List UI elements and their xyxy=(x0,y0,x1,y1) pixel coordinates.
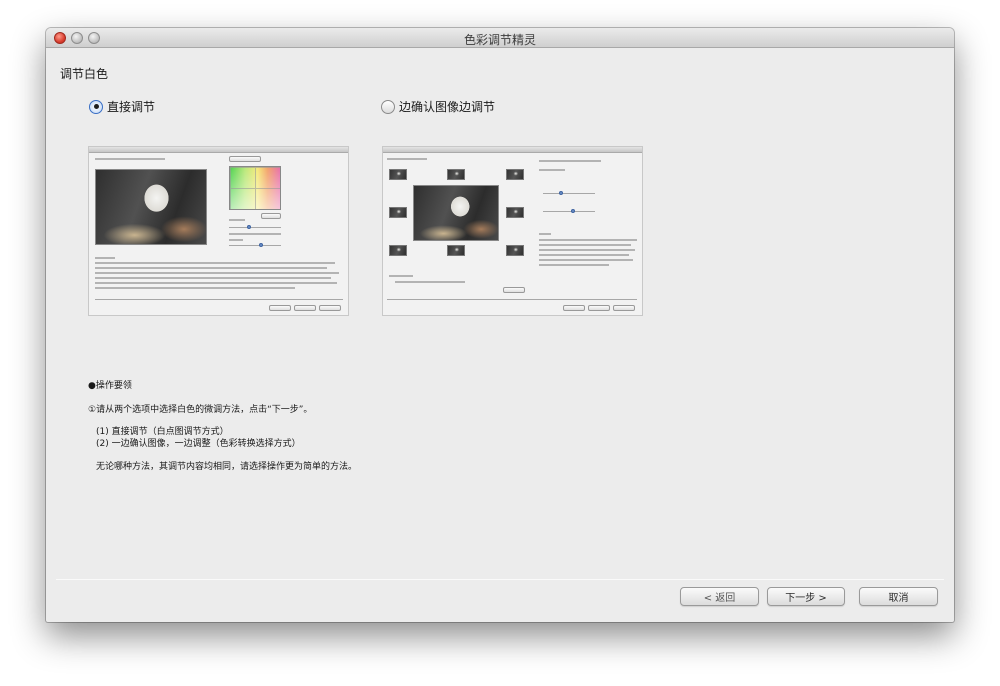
preview-text-line xyxy=(229,233,281,235)
preview-mini-button xyxy=(319,305,341,311)
radio-direct-adjust[interactable] xyxy=(89,99,103,114)
option-confirm-adjust[interactable]: 边确认图像边调节 xyxy=(381,98,495,115)
preview-thumb xyxy=(389,245,407,256)
preview-text-line xyxy=(95,272,339,274)
preview-mini-button xyxy=(563,305,585,311)
preview-divider xyxy=(387,299,637,300)
preview-color-grid xyxy=(229,166,281,210)
preview-slider-knob xyxy=(247,225,251,229)
preview-text-line xyxy=(95,262,335,264)
instructions-option-2: (2) 一边确认图像，一边调整（色彩转换选择方式） xyxy=(96,439,301,449)
preview-slider-knob xyxy=(259,243,263,247)
window-title: 色彩调节精灵 xyxy=(463,33,536,47)
preview-text-line xyxy=(539,160,601,162)
cancel-button[interactable]: 取消 xyxy=(859,587,938,606)
preview-mini-button xyxy=(613,305,635,311)
footer-divider xyxy=(56,579,944,580)
preview-mini-button xyxy=(294,305,316,311)
preview-slider-track xyxy=(543,211,595,212)
preview-slider-track xyxy=(229,227,281,228)
section-title: 调节白色 xyxy=(60,67,109,81)
color-adjust-wizard-window: 色彩调节精灵 调节白色 直接调节 边确认图像边调节 ●操作要领 ①请从两个选项中… xyxy=(46,28,954,622)
preview-text-line xyxy=(95,267,327,269)
instructions-note: 无论哪种方法，其调节内容均相同，请选择操作更为简单的方法。 xyxy=(96,462,358,472)
preview-thumb xyxy=(506,207,524,218)
preview-text-line xyxy=(539,264,609,266)
option-direct-adjust-label: 直接调节 xyxy=(107,100,156,114)
preview-thumb xyxy=(506,245,524,256)
preview-mini-button xyxy=(503,287,525,293)
preview-text-line xyxy=(95,287,295,289)
preview-mini-button xyxy=(261,213,281,219)
preview-slider-knob xyxy=(571,209,575,213)
preview-slider-knob xyxy=(559,191,563,195)
preview-text-line xyxy=(539,254,629,256)
preview-thumb xyxy=(447,169,465,180)
preview-mini-button xyxy=(588,305,610,311)
preview-text-line xyxy=(539,239,637,241)
preview-photo xyxy=(95,169,207,245)
preview-thumb xyxy=(389,207,407,218)
preview-photo xyxy=(413,185,499,241)
preview-mini-button xyxy=(269,305,291,311)
radio-confirm-adjust[interactable] xyxy=(381,99,395,114)
preview-text-line xyxy=(389,275,413,277)
preview-text-line xyxy=(539,233,551,235)
preview-text-line xyxy=(229,239,243,241)
preview-thumb xyxy=(447,245,465,256)
preview-text-line xyxy=(539,169,565,171)
preview-text-line xyxy=(95,282,337,284)
back-button[interactable]: < 返回 xyxy=(680,587,759,606)
preview-text-line xyxy=(539,249,635,251)
preview-mini-titlebar xyxy=(89,147,348,153)
preview-slider-track xyxy=(229,245,281,246)
instructions-heading: ●操作要领 xyxy=(88,381,132,391)
direct-adjust-preview-image xyxy=(88,146,349,316)
preview-text-line xyxy=(95,257,115,259)
preview-mini-button xyxy=(229,156,261,162)
preview-text-line xyxy=(395,281,465,283)
preview-slider-track xyxy=(543,193,595,194)
confirm-adjust-preview-image xyxy=(382,146,643,316)
preview-text-line xyxy=(95,277,331,279)
preview-text-line xyxy=(387,158,427,160)
preview-text-line xyxy=(539,244,631,246)
preview-text-line xyxy=(539,259,633,261)
option-confirm-adjust-label: 边确认图像边调节 xyxy=(399,100,496,114)
preview-thumb xyxy=(389,169,407,180)
preview-text-line xyxy=(95,158,165,160)
instructions-step: ①请从两个选项中选择白色的微调方法，点击“下一步”。 xyxy=(88,405,313,415)
preview-text-line xyxy=(229,219,245,221)
title-bar: 色彩调节精灵 xyxy=(46,28,954,48)
preview-mini-titlebar xyxy=(383,147,642,153)
next-button[interactable]: 下一步 > xyxy=(767,587,845,606)
preview-divider xyxy=(95,299,343,300)
option-direct-adjust[interactable]: 直接调节 xyxy=(89,98,155,115)
preview-thumb xyxy=(506,169,524,180)
